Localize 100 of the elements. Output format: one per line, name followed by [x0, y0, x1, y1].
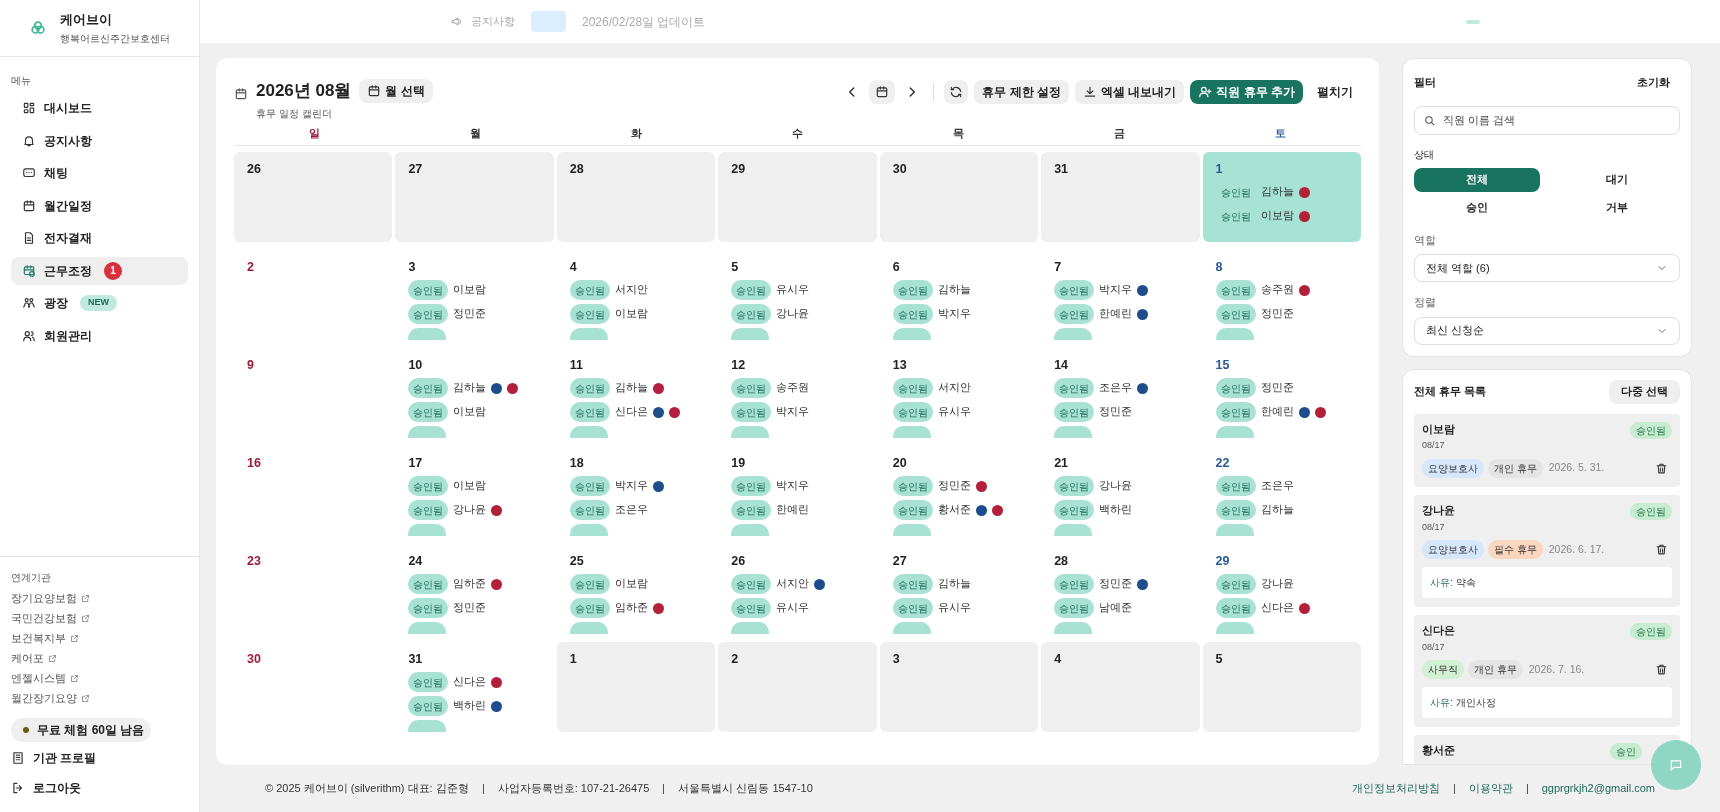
day-cell[interactable]: 31 — [1041, 152, 1200, 242]
refresh-icon — [949, 85, 964, 99]
day-cell[interactable]: 29 — [718, 152, 877, 242]
menu-item[interactable]: 공지사항 — [11, 126, 188, 155]
weekday-label: 금 — [1113, 126, 1126, 142]
external-link[interactable]: 보건복지부 — [11, 628, 199, 648]
day-cell[interactable]: 28 — [556, 152, 716, 242]
day-number: 20 — [892, 455, 908, 472]
day-number: 9 — [247, 357, 255, 374]
refresh-button[interactable] — [944, 80, 969, 104]
employee-name: 임하준 — [453, 576, 487, 592]
employee-name: 김하늘 — [1260, 502, 1294, 518]
status-option[interactable]: 거부 — [1554, 195, 1680, 220]
export-button[interactable]: 엑셀 내보내기 — [1075, 80, 1185, 104]
menu-item[interactable]: 회원관리 — [11, 321, 188, 350]
menu-item[interactable]: 채팅 — [11, 159, 188, 187]
menu-item[interactable]: 전자결재 — [11, 224, 188, 252]
status-pill: 승인됨 — [1054, 574, 1095, 594]
employee-name: 김하늘 — [1260, 184, 1294, 200]
day-number: 7 — [1054, 259, 1063, 276]
limit-settings-button[interactable]: 휴무 제한 설정 — [974, 80, 1069, 104]
delete-button[interactable] — [1655, 461, 1668, 475]
status-pill: 승인됨 — [569, 574, 610, 594]
add-leave-button[interactable]: 직원 휴무 추가 — [1190, 80, 1303, 104]
day-cell[interactable]: 3 — [879, 642, 1039, 732]
logout-link[interactable]: 로그아웃 — [11, 774, 199, 802]
status-pill: 승인됨 — [731, 280, 772, 300]
employee-name: 강나윤 — [776, 306, 810, 322]
search-field[interactable]: 직원 이름 검색 — [1414, 105, 1680, 135]
day-number: 31 — [1054, 161, 1070, 178]
external-link[interactable]: 장기요양보험 — [11, 588, 199, 608]
footer-link[interactable]: ggprgrkjh2@gmail.com — [1541, 780, 1655, 797]
sort-label: 정렬 — [1414, 295, 1437, 310]
employee-name: 유시우 — [776, 600, 810, 616]
update-text: 2026/02/28일 업데이트 — [582, 13, 706, 31]
menu-label: 전자결재 — [44, 230, 92, 247]
expand-button[interactable]: 펼치기 — [1309, 80, 1361, 104]
delete-button[interactable] — [1655, 543, 1668, 556]
menu-item[interactable]: 월간일정 — [11, 191, 188, 220]
day-number: 1 — [569, 651, 578, 668]
status-option[interactable]: 대기 — [1554, 167, 1680, 192]
day-cell[interactable]: 1 — [556, 642, 716, 732]
status-pill: 승인됨 — [892, 378, 933, 398]
leave-item-card[interactable]: 강나윤 08/17 승인됨 요양보호사 필수 휴무 2026. 6. 17. 사유: 약속 — [1414, 494, 1680, 607]
external-link[interactable]: 엔젤시스템 — [11, 668, 199, 688]
menu-heading: 메뉴 — [10, 74, 32, 88]
users-icon — [22, 328, 36, 343]
day-number: 16 — [247, 455, 262, 472]
day-number: 27 — [408, 161, 424, 178]
status-pill: 승인됨 — [1054, 280, 1095, 300]
role-select[interactable]: 전체 역할 (6) — [1414, 254, 1680, 282]
status-pill: 승인됨 — [1054, 500, 1095, 520]
employee-name: 유시우 — [776, 282, 810, 298]
status-pill: 승인됨 — [731, 598, 772, 618]
multi-select-button[interactable]: 다중 선택 — [1608, 379, 1680, 404]
calendar-icon — [367, 83, 382, 98]
day-cell[interactable]: 30 — [879, 152, 1039, 242]
external-link[interactable]: 케어포 — [11, 648, 199, 668]
day-cell[interactable]: 26 — [234, 152, 393, 242]
day-cell[interactable]: 2 — [718, 642, 877, 732]
footer-link[interactable]: 개인정보처리방침 — [1351, 780, 1440, 797]
status-pill: 승인됨 — [408, 280, 449, 300]
today-button[interactable] — [869, 80, 896, 104]
status-pill: 승인됨 — [408, 672, 449, 692]
external-link[interactable]: 국민건강보험 — [11, 608, 199, 628]
day-number: 22 — [1215, 455, 1231, 472]
day-cell[interactable]: 5 — [1202, 642, 1361, 732]
menu-item[interactable]: 대시보드 — [11, 94, 188, 122]
month-select-button[interactable]: 월 선택 — [359, 78, 433, 103]
menu-item[interactable]: 근무조정 1 — [11, 256, 188, 285]
leave-item-card[interactable]: 신다은 08/17 승인됨 사무직 개인 휴무 2026. 7. 16. 사유: 개인사정 — [1414, 615, 1680, 728]
status-pill: 승인됨 — [569, 304, 610, 324]
day-number: 17 — [408, 455, 424, 472]
status-pill: 승인됨 — [408, 598, 449, 618]
status-option[interactable]: 승인 — [1414, 195, 1540, 220]
status-option[interactable]: 전체 — [1414, 167, 1540, 192]
logout-icon — [11, 781, 25, 795]
menu-item[interactable]: 광장 NEW — [11, 289, 188, 317]
leave-item-card[interactable]: 황서준 승인 — [1414, 735, 1680, 764]
employee-name: 서지안 — [776, 576, 810, 592]
menu-label: 대시보드 — [44, 100, 92, 117]
sort-select[interactable]: 최신 신청순 — [1414, 316, 1680, 345]
employee-name: 박지우 — [937, 306, 971, 322]
day-cell[interactable]: 4 — [1041, 642, 1200, 732]
employee-name: 이보람 — [1422, 421, 1455, 437]
day-number: 11 — [569, 357, 585, 374]
calendar-clock-icon — [22, 263, 36, 278]
status-pill: 승인됨 — [731, 378, 772, 398]
reset-button[interactable]: 초기화 — [1637, 74, 1670, 91]
employee-name: 조은우 — [614, 502, 648, 518]
day-cell[interactable]: 1 승인됨 김하늘 승인됨 이보람 — [1202, 152, 1361, 242]
profile-link[interactable]: 기관 프로필 — [11, 744, 199, 772]
day-cell[interactable]: 27 — [395, 152, 554, 242]
employee-name: 신다은 — [614, 404, 648, 420]
employee-name: 신다은 — [1260, 600, 1294, 616]
footer-link[interactable]: 이용약관 — [1468, 780, 1513, 797]
delete-button[interactable] — [1655, 663, 1668, 677]
leave-item-card[interactable]: 이보람 08/17 승인됨 요양보호사 개인 휴무 2026. 5. 31. — [1414, 413, 1680, 487]
status-badge: 승인됨 — [1630, 623, 1672, 640]
external-link[interactable]: 월간장기요양 — [11, 688, 199, 708]
